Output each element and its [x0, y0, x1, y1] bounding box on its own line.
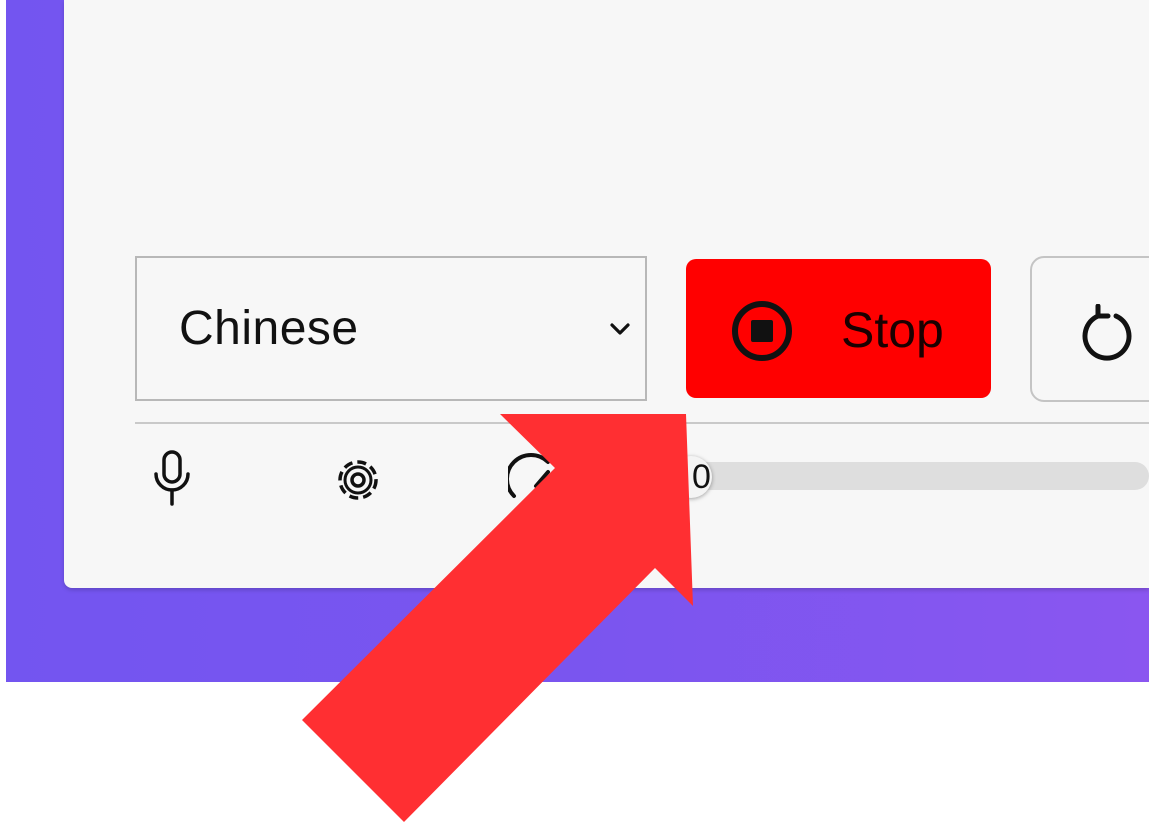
language-select[interactable]: Chinese: [135, 256, 647, 401]
stop-circle-icon: [732, 301, 792, 361]
slider-value: 0: [692, 458, 711, 496]
slider-track[interactable]: [684, 462, 1149, 490]
stop-button[interactable]: Stop: [686, 259, 991, 398]
stop-button-label: Stop: [841, 302, 944, 358]
gear-icon[interactable]: [330, 452, 386, 508]
speed-icon[interactable]: [508, 452, 564, 508]
reset-button[interactable]: [1030, 256, 1149, 402]
recorder-panel: Chinese Stop 0: [64, 0, 1149, 588]
language-select-value: Chinese: [179, 302, 359, 355]
microphone-icon[interactable]: [150, 450, 194, 508]
refresh-icon: [1082, 304, 1132, 361]
toolbar-divider: [135, 422, 1149, 424]
chevron-down-icon: [610, 323, 630, 335]
